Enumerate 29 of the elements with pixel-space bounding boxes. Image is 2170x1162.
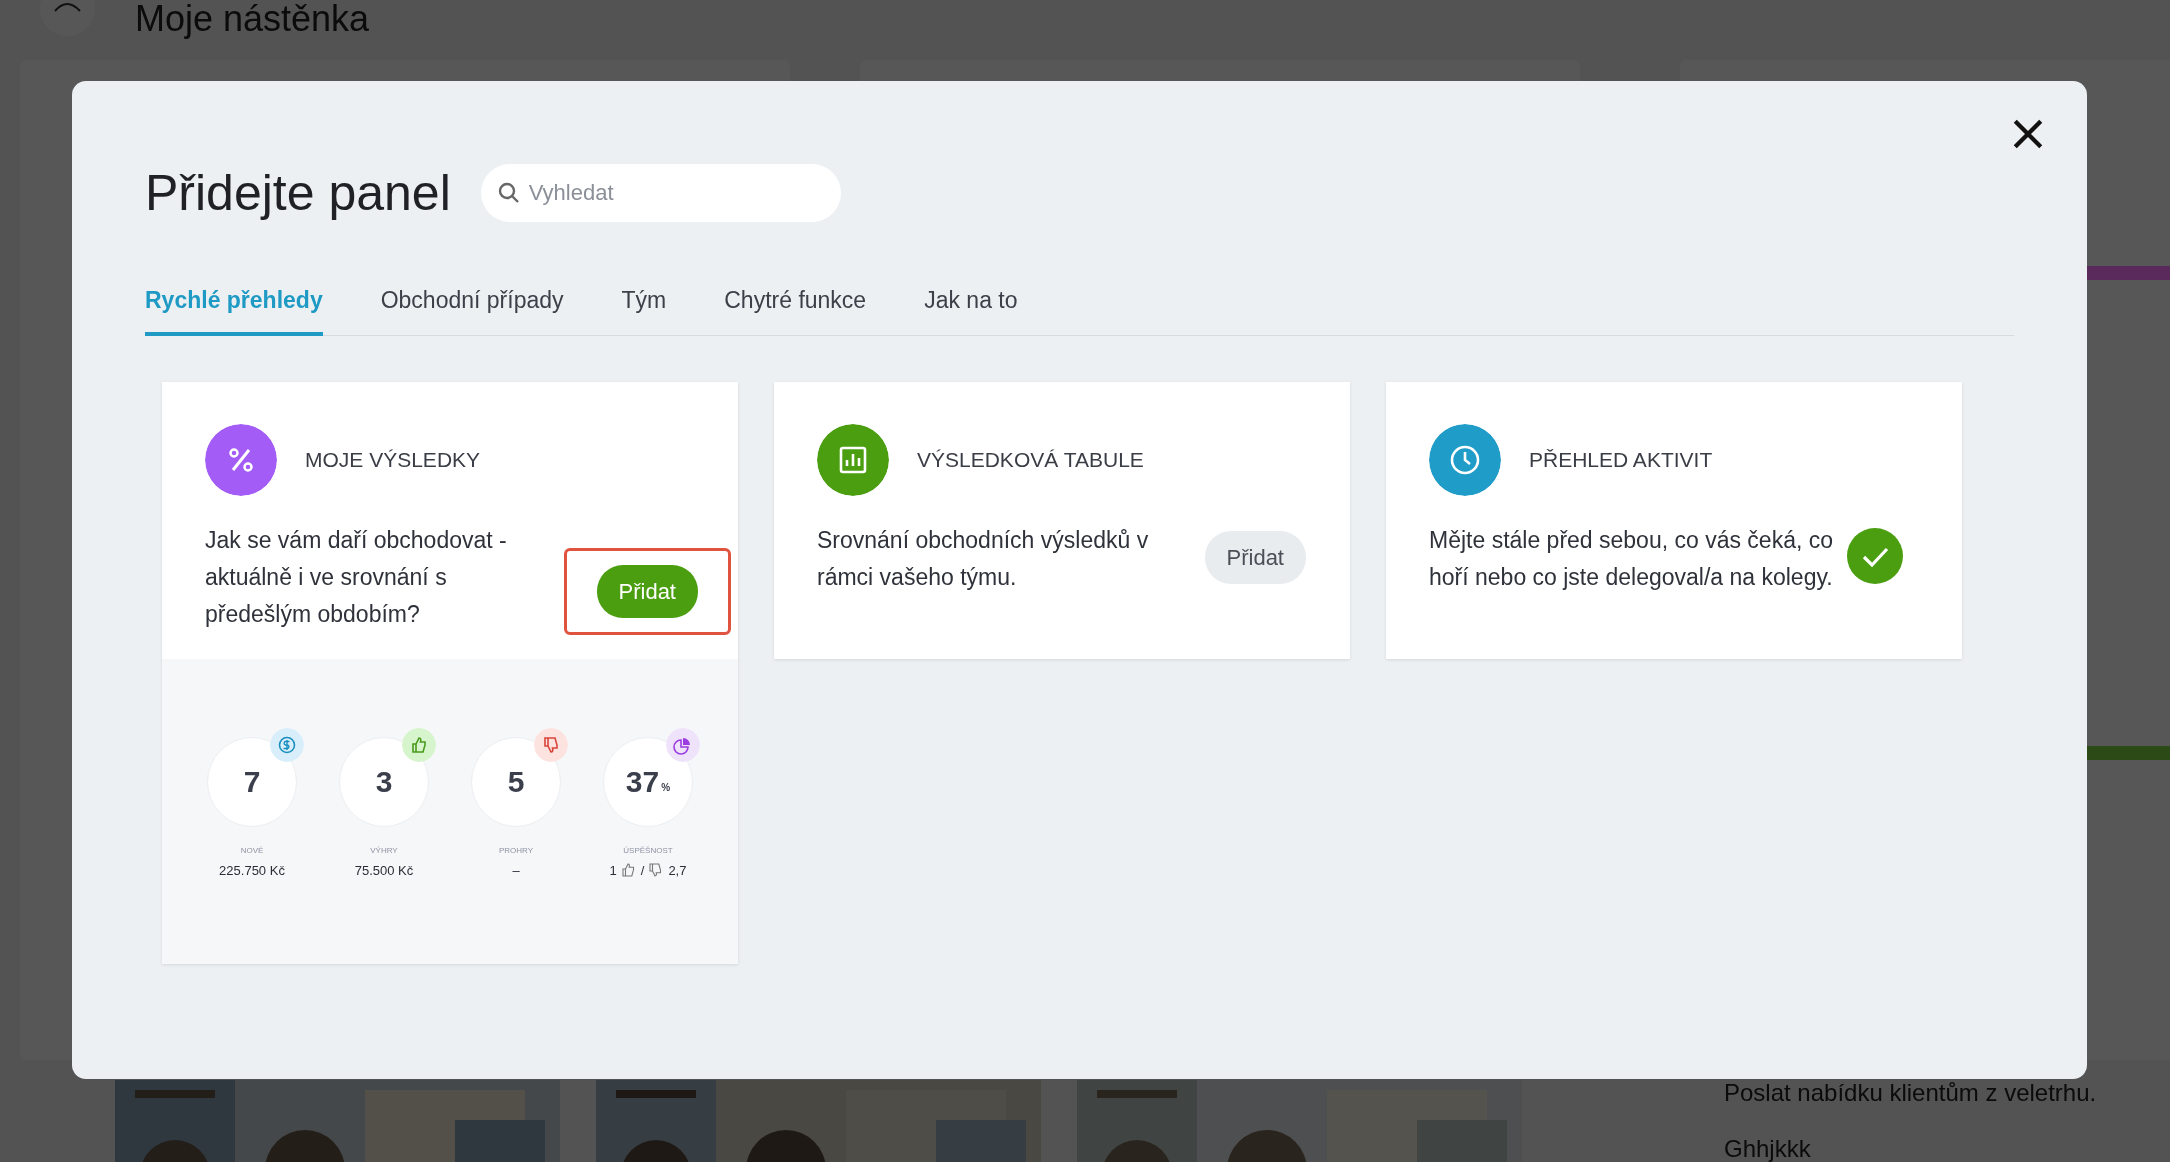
- stat-text: 1: [609, 861, 617, 880]
- thumb-down-icon: [649, 863, 664, 878]
- task-text: Ghhjkkk: [1724, 1134, 1812, 1162]
- search-icon: [496, 181, 521, 205]
- thumb-up-icon: [621, 863, 636, 878]
- card-description: Jak se vám daří obchodovat - aktuálně i ve srovnání s předešlým obdobím?: [205, 525, 508, 629]
- stat-label: PROHRY: [498, 844, 534, 857]
- card-title: VÝSLEDKOVÁ TABULE: [917, 446, 1144, 473]
- stat-detail: –: [512, 861, 520, 880]
- tab[interactable]: Tým: [621, 283, 667, 336]
- search-field[interactable]: Vyhledat: [480, 164, 841, 222]
- tab[interactable]: Chytré funkce: [724, 283, 867, 336]
- stat-label: VÝHRY: [370, 844, 398, 857]
- task-text: Poslat nabídku klientům z veletrhu.: [1724, 1078, 2097, 1108]
- stat-label: ÚSPĚŠNOST: [623, 844, 673, 857]
- add-button[interactable]: Přidat: [1204, 530, 1306, 584]
- card-title: PŘEHLED AKTIVIT: [1529, 446, 1713, 473]
- page-title: Moje nástěnka: [135, 0, 370, 39]
- card-description: Mějte stále před sebou, co vás čeká, co hoří nebo co jste delegoval/a na kolegy.: [1429, 525, 1834, 592]
- stat-detail: 75.500 Kč: [354, 861, 414, 880]
- stat-label: NOVÉ: [240, 844, 264, 857]
- stat-detail: 225.750 Kč: [219, 861, 285, 880]
- tab[interactable]: Jak na to: [924, 283, 1018, 336]
- tab[interactable]: Obchodní případy: [380, 283, 564, 336]
- card-description: Srovnání obchodních výsledků v rámci vašeho týmu.: [817, 525, 1150, 592]
- card-title: MOJE VÝSLEDKY: [305, 446, 481, 473]
- stat-text: 2,7: [668, 861, 687, 880]
- dialog-title: Přidejte panel: [145, 164, 451, 223]
- stat-text: /: [640, 861, 645, 880]
